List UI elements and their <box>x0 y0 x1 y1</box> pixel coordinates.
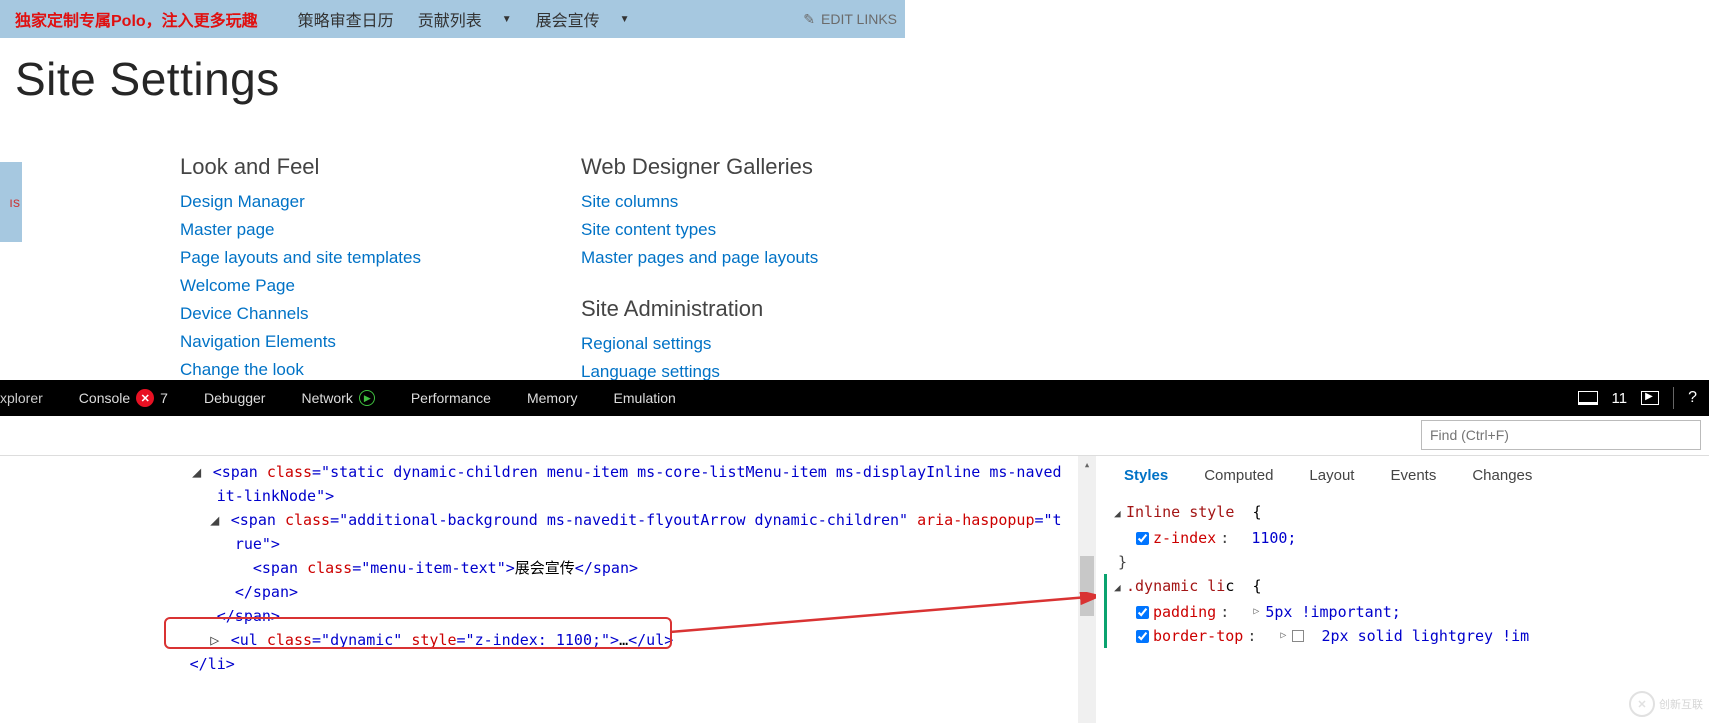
styles-tab-computed[interactable]: Computed <box>1186 456 1291 494</box>
nav-item-calendar[interactable]: 策略审查日历 <box>298 7 394 31</box>
property-toggle-checkbox[interactable] <box>1136 606 1149 619</box>
link-device-channels[interactable]: Device Channels <box>180 300 421 328</box>
link-design-manager[interactable]: Design Manager <box>180 188 421 216</box>
devtools-tabbar: xplorer Console ✕ 7 Debugger Network ▶ P… <box>0 380 1709 416</box>
page-title: Site Settings <box>15 52 1709 106</box>
dom-line[interactable]: </span> <box>0 580 1096 604</box>
scroll-up-icon[interactable]: ▴ <box>1078 456 1096 474</box>
pencil-icon: ✎ <box>803 11 815 28</box>
link-welcome-page[interactable]: Welcome Page <box>180 272 421 300</box>
matched-rule: ◢.dynamic lic { padding: ▷5px !important… <box>1104 574 1697 648</box>
link-master-page[interactable]: Master page <box>180 216 421 244</box>
scroll-thumb[interactable] <box>1080 556 1094 616</box>
dom-line[interactable]: </li> <box>0 652 1096 676</box>
collapse-icon[interactable]: ◢ <box>1114 576 1126 600</box>
styles-tabs: Styles Computed Layout Events Changes <box>1096 456 1709 494</box>
styles-tab-events[interactable]: Events <box>1372 456 1454 494</box>
play-icon: ▶ <box>359 390 375 406</box>
css-property[interactable]: padding: ▷5px !important; <box>1114 600 1697 624</box>
rule-header[interactable]: ◢.dynamic lic { <box>1114 574 1697 600</box>
element-count: 11 <box>1612 390 1628 407</box>
devtools-tab-debugger[interactable]: Debugger <box>186 380 284 416</box>
styles-panel: Styles Computed Layout Events Changes ◢I… <box>1096 456 1709 723</box>
styles-tab-changes[interactable]: Changes <box>1454 456 1550 494</box>
rule-close: } <box>1114 550 1697 574</box>
property-toggle-checkbox[interactable] <box>1136 630 1149 643</box>
scrollbar[interactable]: ▴ <box>1078 456 1096 723</box>
watermark-logo-icon: ✕ <box>1629 691 1655 717</box>
monitor-icon[interactable] <box>1578 391 1598 405</box>
nav-item-exhibition[interactable]: 展会宣传▼ <box>536 7 630 31</box>
expand-icon[interactable]: ▷ <box>208 628 222 652</box>
expand-icon[interactable]: ▷ <box>1280 624 1286 648</box>
top-navigation: 独家定制专属Polo，注入更多玩趣 策略审查日历 贡献列表▼ 展会宣传▼ ✎ E… <box>0 0 905 38</box>
section-heading: Look and Feel <box>180 154 421 180</box>
edit-links-button[interactable]: ✎ EDIT LINKS <box>803 11 897 28</box>
styles-tab-layout[interactable]: Layout <box>1291 456 1372 494</box>
play-in-box-icon[interactable] <box>1641 391 1659 405</box>
collapse-icon[interactable]: ◢ <box>190 460 204 484</box>
color-swatch[interactable] <box>1292 630 1304 642</box>
css-property[interactable]: border-top: ▷ 2px solid lightgrey !im <box>1114 624 1697 648</box>
chevron-down-icon: ▼ <box>502 14 512 25</box>
link-regional-settings[interactable]: Regional settings <box>581 330 818 358</box>
styles-tab-styles[interactable]: Styles <box>1106 456 1186 494</box>
nav-item-contributions[interactable]: 贡献列表▼ <box>418 7 512 31</box>
error-badge-icon: ✕ <box>136 389 154 407</box>
link-page-layouts[interactable]: Page layouts and site templates <box>180 244 421 272</box>
section-heading: Site Administration <box>581 296 818 322</box>
property-toggle-checkbox[interactable] <box>1136 532 1149 545</box>
css-rules: ◢Inline style { z-index: 1100; } ◢.dynam… <box>1096 494 1709 648</box>
dom-line[interactable]: ▷ <ul class="dynamic" style="z-index: 11… <box>0 628 1096 652</box>
devtools-tab-performance[interactable]: Performance <box>393 380 509 416</box>
dom-line[interactable]: </span> <box>0 604 1096 628</box>
collapse-icon[interactable]: ◢ <box>208 508 222 532</box>
dom-line[interactable]: <span class="menu-item-text">展会宣传</span> <box>0 556 1096 580</box>
collapse-icon[interactable]: ◢ <box>1114 502 1126 526</box>
dom-line[interactable]: it-linkNode"> <box>0 484 1096 508</box>
link-site-content-types[interactable]: Site content types <box>581 216 818 244</box>
sidebar-fragment: ıs <box>0 162 22 242</box>
devtools-tab-console[interactable]: Console ✕ 7 <box>61 380 186 416</box>
dom-line[interactable]: ◢ <span class="additional-background ms-… <box>0 508 1096 532</box>
devtools-tab-emulation[interactable]: Emulation <box>596 380 694 416</box>
find-input[interactable] <box>1421 420 1701 450</box>
dom-line[interactable]: ◢ <span class="static dynamic-children m… <box>0 460 1096 484</box>
css-property[interactable]: z-index: 1100; <box>1114 526 1697 550</box>
section-heading: Web Designer Galleries <box>581 154 818 180</box>
error-count: 7 <box>160 390 168 406</box>
watermark: ✕ 创新互联 <box>1629 691 1703 717</box>
link-master-pages-and-layouts[interactable]: Master pages and page layouts <box>581 244 818 272</box>
dom-tree-panel[interactable]: ◢ <span class="static dynamic-children m… <box>0 456 1096 723</box>
link-navigation-elements[interactable]: Navigation Elements <box>180 328 421 356</box>
expand-icon[interactable]: ▷ <box>1253 600 1259 624</box>
promo-text: 独家定制专属Polo，注入更多玩趣 <box>15 7 258 31</box>
chevron-down-icon: ▼ <box>620 14 630 25</box>
rule-header[interactable]: ◢Inline style { <box>1114 500 1697 526</box>
devtools-tab-network[interactable]: Network ▶ <box>283 380 392 416</box>
devtools-tab-memory[interactable]: Memory <box>509 380 596 416</box>
link-site-columns[interactable]: Site columns <box>581 188 818 216</box>
devtools-tab-explorer[interactable]: xplorer <box>0 380 61 416</box>
dom-line[interactable]: rue"> <box>0 532 1096 556</box>
help-icon[interactable]: ? <box>1688 389 1697 407</box>
